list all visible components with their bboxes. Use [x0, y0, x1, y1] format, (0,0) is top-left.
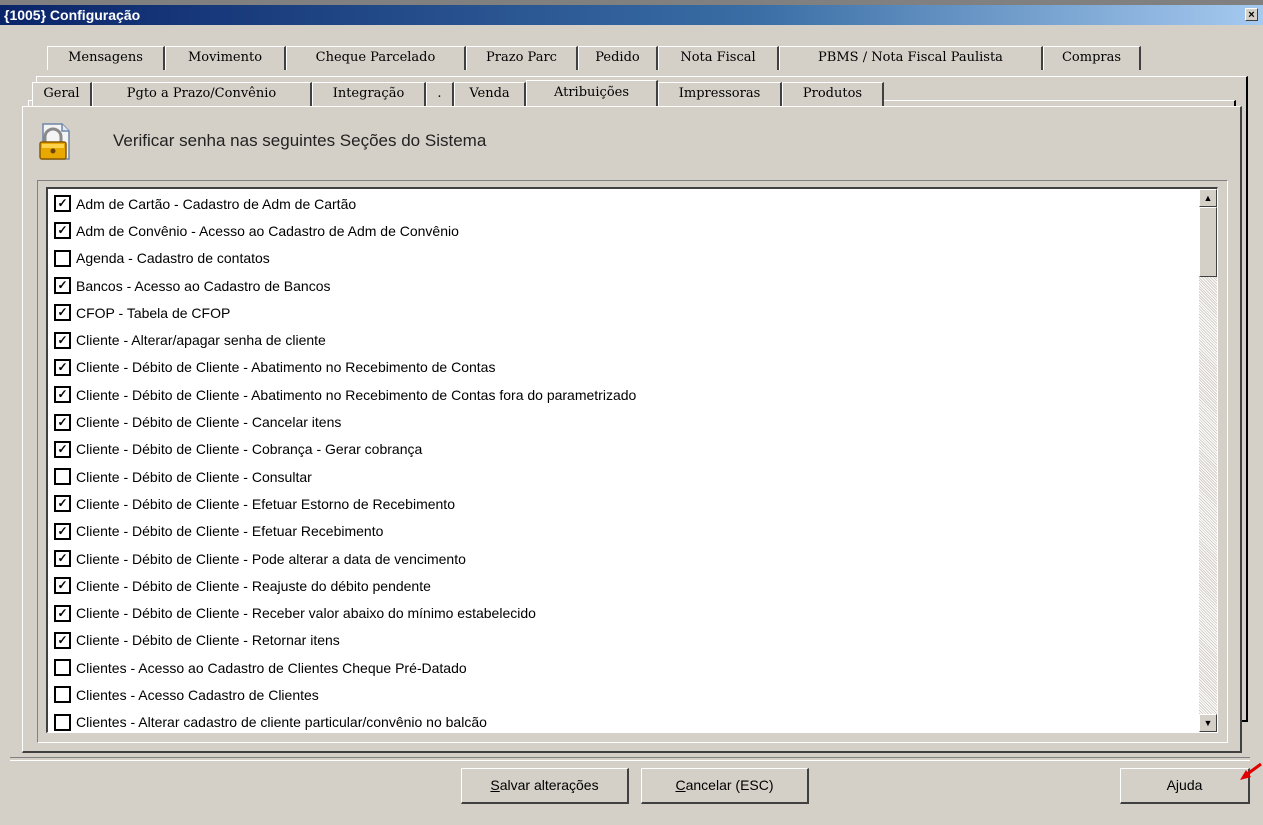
checklist-item-label: Cliente - Débito de Cliente - Cancelar i…: [76, 414, 342, 431]
checklist-item[interactable]: ✓ Cliente - Débito de Cliente - Efetuar R…: [54, 518, 1195, 545]
checklist-item-label: Cliente - Débito de Cliente - Retornar i…: [76, 632, 340, 649]
checklist-item[interactable]: ✓ Cliente - Débito de Cliente - Reajuste …: [54, 572, 1195, 599]
checklist-item-label: Adm de Cartão - Cadastro de Adm de Cartã…: [76, 195, 357, 212]
checklist-item-label: Cliente - Débito de Cliente - Abatimento…: [76, 386, 637, 403]
save-changes-button[interactable]: Salvar alterações: [461, 768, 629, 804]
tab-produtos[interactable]: Produtos: [782, 82, 884, 106]
tab-venda[interactable]: Venda: [454, 82, 526, 106]
atribuicoes-page: Verificar senha nas seguintes Seções do …: [22, 106, 1242, 753]
close-icon[interactable]: ×: [1245, 8, 1258, 21]
checklist-item[interactable]: Clientes - Alterar cadastro de cliente p…: [54, 709, 1195, 732]
checklist-item-label: Cliente - Alterar/apagar senha de client…: [76, 332, 326, 349]
tab-impressoras[interactable]: Impressoras: [658, 82, 782, 106]
checklist-item[interactable]: ✓ CFOP - Tabela de CFOP: [54, 299, 1195, 326]
checklist-item-label: Cliente - Débito de Cliente - Efetuar Re…: [76, 523, 384, 540]
checklist-item[interactable]: Cliente - Débito de Cliente - Consultar: [54, 463, 1195, 490]
tab-dot[interactable]: .: [426, 82, 454, 106]
tab-compras[interactable]: Compras: [1043, 46, 1141, 70]
checklist-item[interactable]: ✓ Bancos - Acesso ao Cadastro de Bancos: [54, 272, 1195, 299]
checklist-item[interactable]: ✓ Cliente - Débito de Cliente - Abatiment…: [54, 381, 1195, 408]
checklist-item-label: Agenda - Cadastro de contatos: [76, 250, 270, 267]
tab-mensagens[interactable]: Mensagens: [47, 46, 165, 70]
checklist-item-label: Cliente - Débito de Cliente - Receber va…: [76, 605, 536, 622]
checklist-item[interactable]: Agenda - Cadastro de contatos: [54, 245, 1195, 272]
checkbox[interactable]: ✓: [54, 413, 71, 431]
save-label: alvar alterações: [499, 777, 599, 793]
checkbox[interactable]: ✓: [54, 331, 71, 349]
checklist-item-label: Cliente - Débito de Cliente - Abatimento…: [76, 359, 496, 376]
vertical-scrollbar[interactable]: ▲ ▼: [1199, 189, 1217, 732]
checkbox[interactable]: ✓: [54, 440, 71, 458]
checklist-item-label: Cliente - Débito de Cliente - Pode alter…: [76, 550, 466, 567]
checkbox[interactable]: ✓: [54, 358, 71, 376]
scroll-down-icon[interactable]: ▼: [1199, 714, 1217, 732]
tab-movimento[interactable]: Movimento: [165, 46, 286, 70]
help-button[interactable]: Ajuda: [1120, 768, 1250, 804]
checklist-item-label: CFOP - Tabela de CFOP: [76, 304, 231, 321]
checklist-item[interactable]: ✓ Adm de Cartão - Cadastro de Adm de Cart…: [54, 190, 1195, 217]
checklist-item[interactable]: ✓ Cliente - Débito de Cliente - Cobrança …: [54, 436, 1195, 463]
checkbox[interactable]: ✓: [54, 550, 71, 567]
checklist-item[interactable]: ✓ Cliente - Débito de Cliente - Efetuar E…: [54, 490, 1195, 517]
lock-icon: [39, 123, 70, 160]
checkbox[interactable]: [54, 713, 71, 731]
checkbox[interactable]: ✓: [54, 277, 71, 295]
checkbox[interactable]: [54, 659, 71, 677]
tab-atribuicoes[interactable]: Atribuições: [526, 80, 658, 106]
checkbox[interactable]: ✓: [54, 495, 71, 513]
section-header: Verificar senha nas seguintes Seções do …: [113, 131, 487, 150]
checklist-item-label: Bancos - Acesso ao Cadastro de Bancos: [76, 277, 331, 294]
checklist-item-label: Clientes - Alterar cadastro de cliente p…: [76, 714, 487, 731]
checkbox[interactable]: [54, 468, 71, 486]
tab-geral[interactable]: Geral: [32, 82, 92, 106]
checkbox[interactable]: ✓: [54, 304, 71, 322]
tab-pgto-a-prazo-convenio[interactable]: Pgto a Prazo/Convênio: [92, 82, 312, 106]
tab-prazo-parc[interactable]: Prazo Parc: [466, 46, 578, 70]
checklist-item[interactable]: ✓ Cliente - Débito de Cliente - Retornar …: [54, 627, 1195, 654]
checklist-items: ✓ Adm de Cartão - Cadastro de Adm de Cart…: [54, 190, 1195, 732]
checkbox[interactable]: ✓: [54, 195, 71, 213]
checklist-group: ✓ Adm de Cartão - Cadastro de Adm de Cart…: [37, 180, 1228, 743]
checkbox[interactable]: ✓: [54, 522, 71, 540]
checkbox[interactable]: ✓: [54, 386, 71, 404]
checklist-item-label: Cliente - Débito de Cliente - Efetuar Es…: [76, 495, 455, 512]
bottom-separator: [10, 757, 1250, 761]
checkbox[interactable]: [54, 249, 71, 267]
checklist-item-label: Cliente - Débito de Cliente - Cobrança -…: [76, 441, 423, 458]
checkbox[interactable]: [54, 686, 71, 704]
checklist-item[interactable]: ✓ Cliente - Débito de Cliente - Pode alte…: [54, 545, 1195, 572]
scroll-thumb[interactable]: [1199, 207, 1217, 277]
title-bar[interactable]: {1005} Configuração ×: [0, 5, 1263, 25]
checkbox[interactable]: ✓: [54, 604, 71, 622]
checkbox[interactable]: ✓: [54, 577, 71, 595]
checklist-item[interactable]: ✓ Cliente - Débito de Cliente - Abatiment…: [54, 354, 1195, 381]
checklist-item[interactable]: Clientes - Acesso Cadastro de Clientes: [54, 681, 1195, 708]
checklist-item[interactable]: ✓ Adm de Convênio - Acesso ao Cadastro de…: [54, 217, 1195, 244]
checklist-item[interactable]: Clientes - Acesso ao Cadastro de Cliente…: [54, 654, 1195, 681]
checklist-item-label: Adm de Convênio - Acesso ao Cadastro de …: [76, 222, 459, 239]
tab-nota-fiscal[interactable]: Nota Fiscal: [658, 46, 779, 70]
cancel-label: ancelar (ESC): [685, 777, 774, 793]
checklist-item-label: Cliente - Débito de Cliente - Consultar: [76, 468, 312, 485]
cancel-mnemonic: C: [675, 777, 686, 793]
tab-cheque-parcelado[interactable]: Cheque Parcelado: [286, 46, 466, 70]
tab-integracao[interactable]: Integração: [312, 82, 426, 106]
checkbox[interactable]: ✓: [54, 222, 71, 240]
red-arrow-icon: [1240, 762, 1262, 780]
scroll-up-icon[interactable]: ▲: [1199, 189, 1217, 207]
tab-pbms-nota-fiscal-paulista[interactable]: PBMS / Nota Fiscal Paulista: [779, 46, 1043, 70]
save-mnemonic: S: [490, 777, 500, 793]
checklist-item[interactable]: ✓ Cliente - Alterar/apagar senha de clien…: [54, 326, 1195, 353]
permissions-checklist[interactable]: ✓ Adm de Cartão - Cadastro de Adm de Cart…: [46, 187, 1218, 733]
checklist-item[interactable]: ✓ Cliente - Débito de Cliente - Receber v…: [54, 599, 1195, 626]
checklist-item-label: Clientes - Acesso Cadastro de Clientes: [76, 686, 319, 703]
checklist-item-label: Cliente - Débito de Cliente - Reajuste d…: [76, 577, 431, 594]
checklist-item-label: Clientes - Acesso ao Cadastro de Cliente…: [76, 659, 467, 676]
checkbox[interactable]: ✓: [54, 631, 71, 649]
checklist-item[interactable]: ✓ Cliente - Débito de Cliente - Cancelar …: [54, 408, 1195, 435]
cancel-button[interactable]: Cancelar (ESC): [641, 768, 809, 804]
window-title: {1005} Configuração: [4, 7, 141, 23]
tab-pedido[interactable]: Pedido: [578, 46, 658, 70]
